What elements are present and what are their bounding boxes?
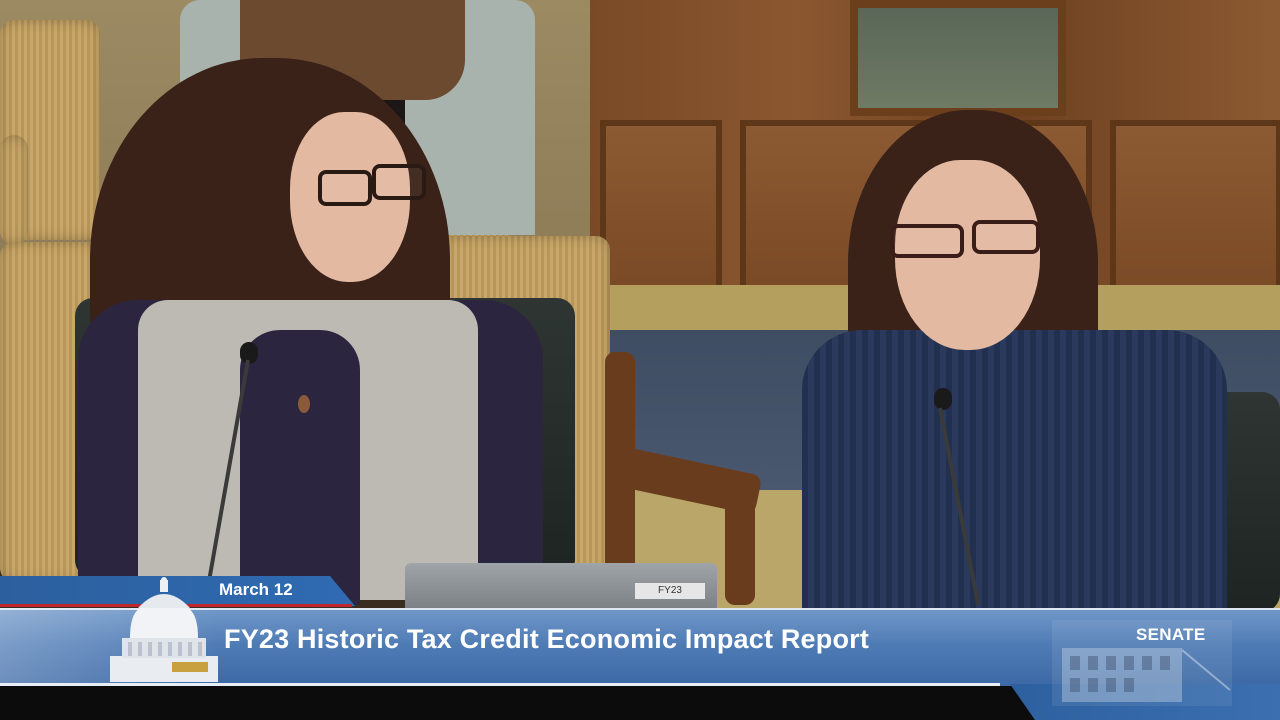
senate-logo-text: SENATE	[1136, 625, 1206, 644]
speaker-left-top	[240, 330, 360, 605]
capitol-dome-icon	[110, 577, 218, 682]
chair-leg	[725, 490, 755, 605]
laptop-sticker: FY23	[635, 583, 705, 599]
door-window	[850, 0, 1066, 116]
pendant-necklace	[298, 395, 310, 413]
laptop: FY23	[405, 563, 717, 608]
segment-title: FY23 Historic Tax Credit Economic Impact…	[224, 624, 870, 654]
wood-panel	[600, 120, 722, 292]
glasses-icon	[318, 170, 372, 206]
gallery-chair	[0, 135, 28, 245]
microphone-icon	[934, 388, 952, 410]
glasses-icon	[972, 220, 1040, 254]
wood-panel	[1110, 120, 1280, 302]
glasses-icon	[890, 224, 964, 258]
broadcast-date: March 12	[219, 580, 293, 599]
speaker-right-dress	[802, 330, 1227, 610]
glasses-icon	[372, 164, 426, 200]
